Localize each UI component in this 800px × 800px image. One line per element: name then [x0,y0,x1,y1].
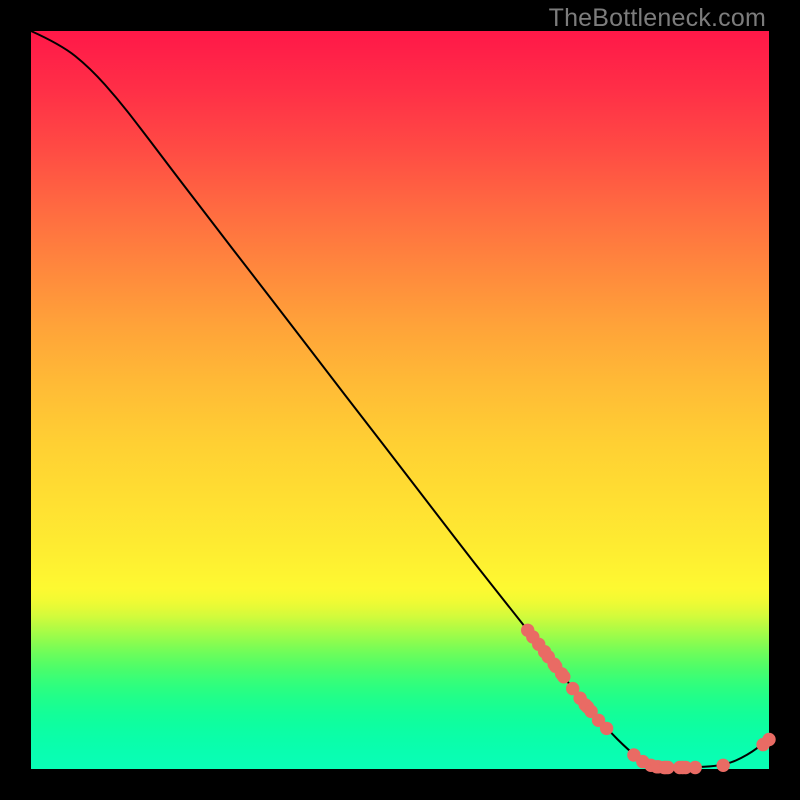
watermark-text: TheBottleneck.com [549,6,766,31]
chart-container: TheBottleneck.com [0,0,800,800]
data-point [600,722,613,735]
data-point [762,733,775,746]
data-point-group [521,624,776,775]
bottleneck-curve [31,31,769,767]
data-point [557,670,570,683]
data-point [717,759,730,772]
data-point [661,761,674,774]
data-point [689,761,702,774]
chart-overlay [31,31,769,769]
